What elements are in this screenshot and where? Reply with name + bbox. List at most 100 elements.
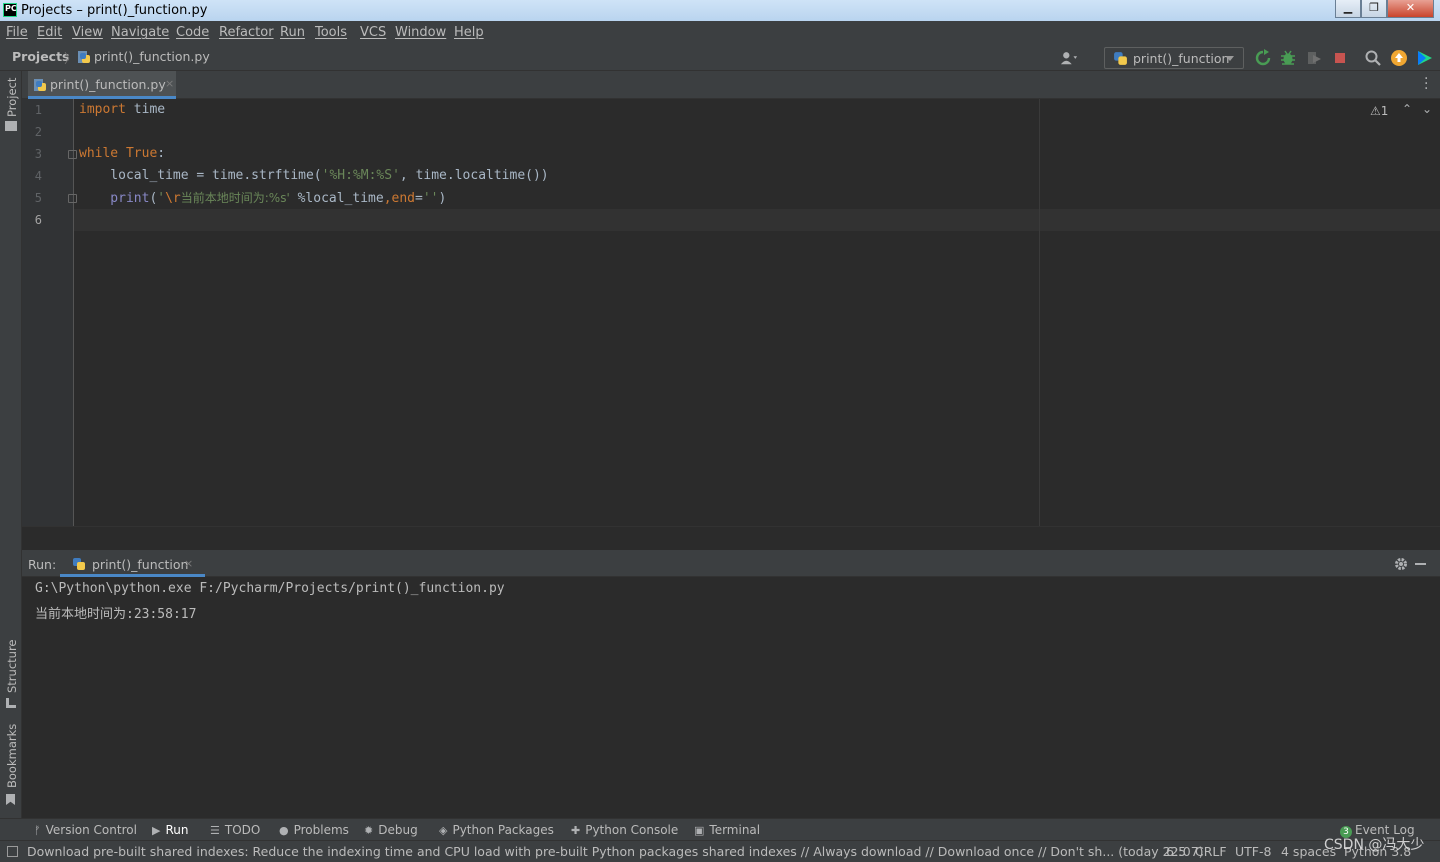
menu-view[interactable]: View <box>72 25 103 40</box>
menu-window[interactable]: Window <box>395 25 446 40</box>
close-tab-icon[interactable]: × <box>184 557 193 570</box>
code-line-1: import time <box>79 99 165 121</box>
file-encoding[interactable]: UTF-8 <box>1235 844 1271 859</box>
python-run-config-icon <box>1114 52 1127 65</box>
python-packages-tool-button[interactable]: ◈ Python Packages <box>439 823 554 837</box>
caret-position[interactable]: 6:5 <box>1166 844 1186 859</box>
stop-icon[interactable] <box>1331 49 1349 67</box>
chevron-down-icon[interactable]: ⌄ <box>1422 102 1432 116</box>
todo-tool-button[interactable]: ☰ TODO <box>210 823 260 837</box>
code-with-me-icon[interactable] <box>1416 49 1434 67</box>
info-icon: ● <box>279 824 289 837</box>
keyword-argument: end <box>391 191 415 206</box>
menu-edit[interactable]: Edit <box>37 25 62 40</box>
user-account-icon[interactable] <box>1060 49 1078 67</box>
more-tabs-icon[interactable]: · · · <box>1424 72 1428 96</box>
run-panel-header: Run: print()_function × <box>22 550 1440 577</box>
minimize-panel-icon[interactable] <box>1415 563 1426 565</box>
structure-tool-button[interactable]: Structure <box>5 640 19 694</box>
bug-icon: ✹ <box>364 824 374 837</box>
chevron-up-icon[interactable]: ⌃ <box>1402 102 1412 116</box>
menu-tools[interactable]: Tools <box>315 25 347 40</box>
right-margin-guide <box>1039 99 1040 526</box>
line-number: 3 <box>34 147 42 161</box>
menu-refactor[interactable]: Refactor <box>219 25 274 40</box>
status-message[interactable]: Download pre-built shared indexes: Reduc… <box>27 844 1204 859</box>
python-console-icon: ✚ <box>571 824 581 837</box>
code-text: : <box>157 146 166 161</box>
close-tab-icon[interactable]: × <box>165 77 174 90</box>
editor-tab-print-function[interactable]: print()_function.py × <box>28 71 176 99</box>
coverage-icon[interactable] <box>1305 49 1323 67</box>
inspection-warning-count[interactable]: ⚠1 <box>1370 104 1388 118</box>
editor-tab-bar: print()_function.py × · · · <box>22 71 1440 99</box>
tool-button-label: Python Packages <box>452 823 554 837</box>
tool-button-label: Terminal <box>709 823 761 837</box>
menu-bar: File Edit View Navigate Code Refactor Ru… <box>0 21 1440 45</box>
string-literal: 当前本地时间为:%s' <box>180 191 290 205</box>
run-tab-print-function[interactable]: print()_function × <box>60 550 205 577</box>
code-text: %local_time <box>289 191 384 206</box>
editor-tab-label: print()_function.py <box>50 77 166 92</box>
code-text: ) <box>438 191 447 206</box>
string-literal: '' <box>422 191 439 206</box>
string-literal: '%H:%M:%S' <box>321 168 400 183</box>
code-editor[interactable]: 1 2 3 4 5 6 import time while True: loca… <box>22 99 1440 526</box>
structure-icon <box>6 698 16 708</box>
run-icon: ▶ <box>152 824 161 837</box>
code-line-3: while True: <box>79 143 165 165</box>
project-tool-button[interactable]: Project <box>5 78 19 117</box>
run-tool-button[interactable]: ▶ Run <box>152 823 188 837</box>
panel-splitter[interactable] <box>22 526 1440 550</box>
minimize-button[interactable]: ▁ <box>1335 0 1361 18</box>
menu-help[interactable]: Help <box>454 25 484 40</box>
tool-window-bar: ᚠ Version Control ▶ Run ☰ TODO ● Problems ✹ D… <box>0 818 1440 840</box>
run-panel-label: Run: <box>28 557 57 572</box>
problems-tool-button[interactable]: ● Problems <box>279 823 349 837</box>
debug-tool-button[interactable]: ✹ Debug <box>364 823 418 837</box>
navigation-bar: Projects 〉 print()_function.py print()_f… <box>0 45 1440 71</box>
breadcrumb-file[interactable]: print()_function.py <box>94 49 210 64</box>
line-number: 5 <box>34 191 42 205</box>
line-number: 4 <box>34 169 42 183</box>
fold-marker-icon[interactable] <box>68 150 77 159</box>
current-line-highlight <box>74 209 1440 231</box>
update-icon[interactable] <box>1390 49 1408 67</box>
packages-icon: ◈ <box>439 824 448 837</box>
python-file-icon <box>34 79 46 91</box>
fold-marker-icon[interactable] <box>68 194 77 203</box>
toggle-tool-windows-icon[interactable] <box>7 846 18 857</box>
tool-button-label: Debug <box>378 823 418 837</box>
line-separator[interactable]: CRLF <box>1195 844 1227 859</box>
close-window-button[interactable]: ✕ <box>1387 0 1434 18</box>
rerun-icon[interactable] <box>1254 49 1272 67</box>
maximize-button[interactable]: ❐ <box>1361 0 1387 18</box>
debug-icon[interactable] <box>1279 49 1297 67</box>
menu-run[interactable]: Run <box>280 25 305 40</box>
line-number-gutter: 1 2 3 4 5 6 <box>22 99 77 526</box>
bookmarks-tool-button[interactable]: Bookmarks <box>5 724 19 788</box>
run-configuration-label: print()_function <box>1133 51 1230 66</box>
string-literal: ' <box>157 191 166 206</box>
search-icon[interactable] <box>1364 49 1382 67</box>
menu-vcs[interactable]: VCS <box>360 25 386 40</box>
version-control-tool-button[interactable]: ᚠ Version Control <box>34 823 137 837</box>
run-console[interactable]: G:\Python\python.exe F:/Pycharm/Projects… <box>22 577 1440 818</box>
code-line-4: local_time = time.strftime('%H:%M:%S', t… <box>79 165 548 187</box>
breadcrumb-separator: 〉 <box>64 52 78 67</box>
breadcrumb-project[interactable]: Projects <box>12 49 70 64</box>
branch-icon: ᚠ <box>34 824 41 837</box>
menu-file[interactable]: File <box>6 25 28 40</box>
gear-icon[interactable] <box>1394 557 1408 571</box>
tool-button-label: Run <box>165 823 189 837</box>
menu-navigate[interactable]: Navigate <box>111 25 169 40</box>
python-console-tool-button[interactable]: ✚ Python Console <box>571 823 678 837</box>
terminal-tool-button[interactable]: ▣ Terminal <box>694 823 760 837</box>
menu-code[interactable]: Code <box>176 25 209 40</box>
code-line-5: print('\r当前本地时间为:%s' %local_time,end='') <box>79 187 446 209</box>
keyword: True <box>118 146 158 161</box>
left-tool-strip: Project Structure Bookmarks <box>0 71 22 818</box>
run-configuration-select[interactable]: print()_function <box>1104 47 1244 69</box>
comma: , <box>383 191 392 206</box>
csdn-watermark: CSDN @冯大少 <box>1324 837 1425 853</box>
